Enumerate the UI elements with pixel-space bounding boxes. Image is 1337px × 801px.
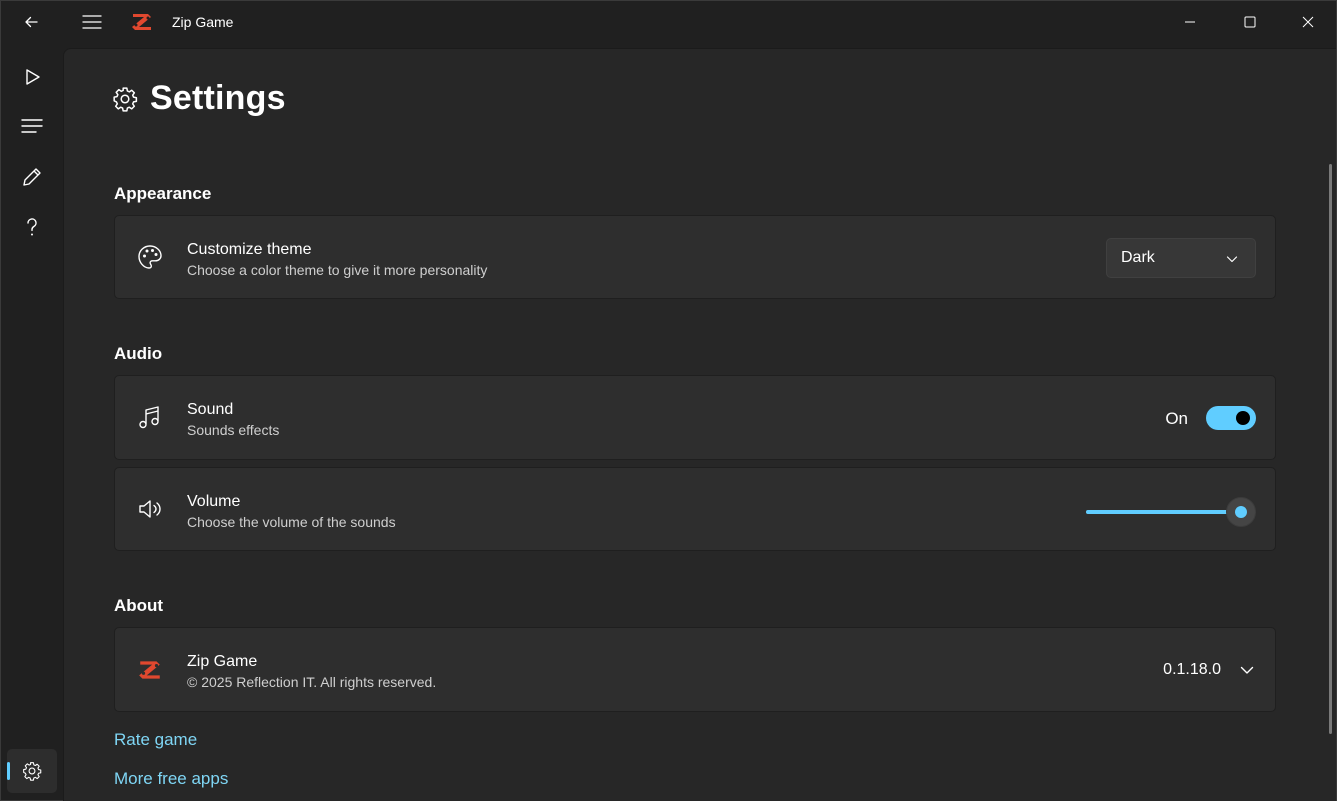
about-icon-wrap (135, 655, 165, 685)
theme-dropdown-value: Dark (1121, 249, 1155, 266)
nav-play[interactable] (7, 55, 57, 99)
theme-card: Customize theme Choose a color theme to … (114, 215, 1276, 299)
speaker-icon (139, 500, 161, 518)
nav-list[interactable] (7, 105, 57, 149)
chevron-down-icon (1226, 256, 1238, 263)
minimize-button[interactable] (1167, 1, 1213, 43)
volume-subtitle: Choose the volume of the sounds (187, 514, 396, 530)
theme-dropdown[interactable]: Dark (1106, 238, 1256, 278)
sound-toggle-label: On (1165, 409, 1188, 428)
zip-game-logo-icon (139, 660, 160, 679)
volume-slider-thumb[interactable] (1226, 497, 1256, 527)
sound-text: Sound Sounds effects (187, 400, 279, 439)
sound-toggle[interactable] (1206, 406, 1256, 430)
play-icon (26, 69, 40, 85)
about-text: Zip Game © 2025 Reflection IT. All right… (187, 652, 436, 691)
nav-settings[interactable] (7, 749, 57, 793)
volume-icon-wrap (135, 494, 165, 524)
volume-text: Volume Choose the volume of the sounds (187, 492, 396, 531)
navigation-rail (1, 43, 63, 801)
list-icon (21, 119, 43, 133)
rate-game-link[interactable]: Rate game (114, 730, 197, 750)
maximize-button[interactable] (1227, 1, 1273, 43)
title-bar: Zip Game (1, 1, 1336, 43)
close-icon (1302, 16, 1314, 28)
volume-title: Volume (187, 493, 241, 510)
settings-icon (23, 762, 42, 781)
sound-subtitle: Sounds effects (187, 422, 280, 438)
sound-title: Sound (187, 401, 234, 418)
menu-button[interactable] (63, 1, 121, 43)
about-title: Zip Game (187, 653, 258, 670)
theme-text: Customize theme Choose a color theme to … (187, 240, 487, 279)
section-title-about: About (114, 596, 164, 615)
minimize-icon (1185, 21, 1195, 23)
palette-icon (138, 245, 162, 269)
volume-slider-fill (1086, 510, 1241, 514)
settings-page: Settings Appearance Customize theme Choo… (63, 48, 1336, 801)
help-icon (27, 218, 37, 236)
page-header: Settings (112, 79, 286, 118)
theme-subtitle: Choose a color theme to give it more per… (187, 262, 488, 278)
music-note-icon (139, 405, 159, 428)
about-copyright: © 2025 Reflection IT. All rights reserve… (187, 674, 437, 690)
theme-icon-wrap (135, 242, 165, 272)
window-title: Zip Game (172, 14, 234, 30)
zip-game-logo-icon (132, 14, 151, 30)
app-window: Zip Game Settings Appearance Customize t… (0, 0, 1337, 801)
chevron-down-icon[interactable] (1239, 662, 1255, 678)
sound-toggle-knob (1236, 411, 1250, 425)
sound-card: Sound Sounds effects On (114, 375, 1276, 460)
maximize-icon (1244, 16, 1256, 28)
close-button[interactable] (1285, 1, 1331, 43)
back-button[interactable] (1, 1, 61, 43)
nav-edit[interactable] (7, 155, 57, 199)
section-title-appearance: Appearance (114, 184, 212, 203)
settings-icon (113, 86, 138, 112)
nav-help[interactable] (7, 205, 57, 249)
back-arrow-icon (25, 16, 38, 28)
more-free-apps-link[interactable]: More free apps (114, 769, 228, 789)
edit-icon (23, 168, 41, 186)
page-title: Settings (150, 79, 286, 117)
volume-slider[interactable] (1086, 496, 1256, 527)
about-card[interactable]: Zip Game © 2025 Reflection IT. All right… (114, 627, 1276, 712)
sound-icon-wrap (135, 403, 165, 433)
hamburger-icon (82, 15, 102, 29)
nav-selection-indicator (7, 762, 10, 780)
app-version: 0.1.18.0 (1163, 661, 1221, 678)
section-title-audio: Audio (114, 344, 163, 363)
vertical-scrollbar[interactable] (1329, 164, 1332, 734)
theme-title: Customize theme (187, 241, 312, 258)
volume-card: Volume Choose the volume of the sounds (114, 467, 1276, 551)
